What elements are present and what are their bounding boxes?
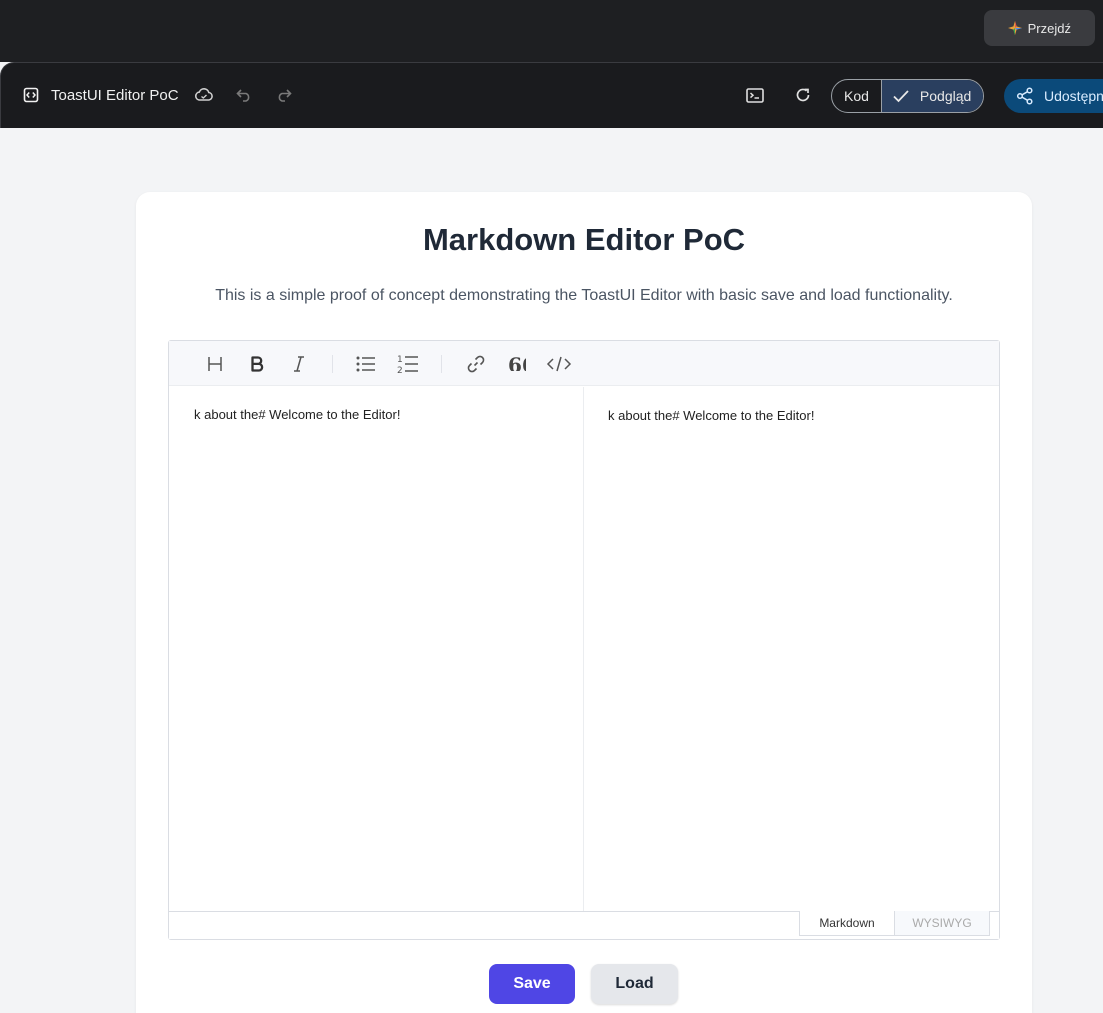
mode-switch: Markdown WYSIWYG [169,911,999,939]
app-title: ToastUI Editor PoC [23,63,179,127]
code-file-icon [23,87,39,103]
redo-icon[interactable] [272,83,296,107]
bold-icon[interactable] [244,351,270,377]
svg-text:1: 1 [397,355,403,365]
toolbar-divider [332,355,333,373]
ordered-list-icon[interactable]: 12 [395,351,421,377]
toolbar-divider [441,355,442,373]
code-toggle[interactable]: Kod [832,80,881,112]
load-button[interactable]: Load [591,964,678,1004]
wysiwyg-tab[interactable]: WYSIWYG [894,911,990,936]
preview-toggle[interactable]: Podgląd [880,80,984,112]
check-icon [892,89,910,103]
svg-text:66: 66 [508,357,526,371]
preview-text: k about the# Welcome to the Editor! [608,408,815,423]
go-label: Przejdź [1027,20,1071,36]
quote-icon[interactable]: 66 [504,351,530,377]
page-title: Markdown Editor PoC [422,222,746,257]
save-button[interactable]: Save [489,964,575,1004]
preview-toggle-label: Podgląd [919,88,972,104]
page-description: This is a simple proof of concept demons… [215,287,953,304]
code-toggle-label: Kod [844,88,869,104]
markdown-pane[interactable]: k about the# Welcome to the Editor! [169,387,584,911]
svg-text:2: 2 [397,366,403,374]
markdown-tab[interactable]: Markdown [799,911,895,936]
share-button[interactable]: Udostępn [1004,79,1103,113]
editor-toolbar: 12 66 [169,341,999,386]
link-icon[interactable] [463,351,489,377]
top-strip: Przejdź [0,0,1103,62]
sparkle-icon [1007,21,1022,35]
markdown-text[interactable]: k about the# Welcome to the Editor! [194,407,400,422]
view-toggle: Kod Podgląd [831,79,985,113]
preview-pane: k about the# Welcome to the Editor! [585,387,999,911]
code-block-icon[interactable] [546,351,572,377]
terminal-icon[interactable] [743,83,767,107]
bullet-list-icon[interactable] [353,351,379,377]
refresh-icon[interactable] [791,83,815,107]
editor-card: Markdown Editor PoC This is a simple pro… [136,192,1032,1013]
heading-icon[interactable] [202,351,228,377]
markdown-editor: 12 66 k about the# Welcome to the Editor… [168,340,1000,940]
undo-icon[interactable] [232,83,256,107]
italic-icon[interactable] [286,351,312,377]
app-bar: ToastUI Editor PoC Kod Podgląd Udostępn [0,62,1103,128]
cloud-sync-icon[interactable] [192,83,216,107]
app-title-text: ToastUI Editor PoC [51,86,179,104]
share-icon [1016,87,1034,105]
go-button[interactable]: Przejdź [983,10,1095,46]
share-label: Udostępn [1044,88,1103,104]
